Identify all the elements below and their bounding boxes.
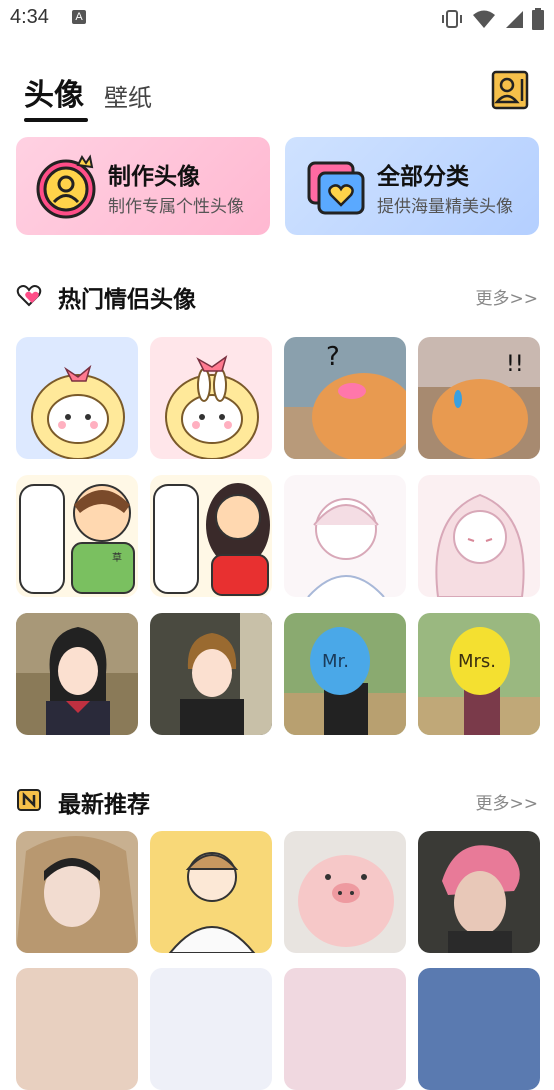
make-avatar-subtitle: 制作专属个性头像 [108,197,244,217]
avatar-thumb-anime-girl[interactable] [16,613,138,735]
svg-text:!!: !! [506,352,524,377]
latest-title: 最新推荐 [58,792,150,818]
avatar-thumb-sheep-right[interactable] [150,337,272,459]
latest-grid [16,831,540,953]
signal-icon [506,11,523,28]
avatar-thumb-partial-4[interactable] [418,968,540,1090]
status-icons [440,8,544,30]
avatar-thumb-girl-hood[interactable] [16,831,138,953]
notification-app-icon: A [72,10,86,24]
categories-icon [307,161,365,215]
avatar-thumb-partial-3[interactable] [284,968,406,1090]
status-time: 4:34 [10,6,49,28]
wifi-icon [473,10,495,28]
battery-icon [532,8,544,30]
avatar-thumb-partial-2[interactable] [150,968,272,1090]
avatar-thumb-pink-hair-boy[interactable] [418,831,540,953]
balloon-mrs-label: Mrs. [458,651,496,672]
make-avatar-title: 制作头像 [108,164,200,190]
tab-active-indicator [24,118,88,122]
hot-couple-grid: ? !! 草 Mr. Mrs. [16,337,540,735]
latest-section-header: 最新推荐 更多>> [0,779,554,819]
couple-hearts-icon [16,285,42,307]
latest-grid-next-row [16,968,540,1090]
avatar-thumb-illustrated-boy[interactable] [150,831,272,953]
hot-couple-section-header: 热门情侣头像 更多>> [0,274,554,314]
new-badge-icon [17,789,41,811]
avatar-thumb-balloon-mr[interactable]: Mr. [284,613,406,735]
avatar-thumb-sheep-left[interactable] [16,337,138,459]
avatar-thumb-cartoon-boy[interactable]: 草 [16,475,138,597]
all-categories-subtitle: 提供海量精美头像 [377,197,513,217]
avatar-thumb-partial-1[interactable] [16,968,138,1090]
vibrate-icon [442,10,462,28]
status-bar: 4:34 A [0,0,554,38]
svg-text:草: 草 [112,552,122,564]
avatar-thumb-sketch-boy[interactable] [284,475,406,597]
avatar-thumb-cartoon-girl[interactable] [150,475,272,597]
avatar-thumb-balloon-mrs[interactable]: Mrs. [418,613,540,735]
avatar-thumb-pink-pig[interactable] [284,831,406,953]
hot-couple-more-link[interactable]: 更多>> [476,284,539,309]
contacts-icon[interactable] [490,70,530,110]
all-categories-card[interactable]: 全部分类 提供海量精美头像 [285,137,539,235]
svg-text:?: ? [326,342,340,372]
avatar-thumb-cat-question[interactable]: ? [284,337,406,459]
avatar-thumb-cat-exclaim[interactable]: !! [418,337,540,459]
make-avatar-icon [36,154,96,219]
balloon-mr-label: Mr. [322,651,349,672]
avatar-thumb-sketch-girl[interactable] [418,475,540,597]
avatar-thumb-anime-boy[interactable] [150,613,272,735]
hot-couple-title: 热门情侣头像 [58,287,196,313]
tab-avatar[interactable]: 头像 [24,70,84,114]
tab-wallpaper[interactable]: 壁纸 [104,78,152,113]
make-avatar-card[interactable]: 制作头像 制作专属个性头像 [16,137,270,235]
top-tabs: 头像 壁纸 [0,60,554,126]
latest-more-link[interactable]: 更多>> [476,789,539,814]
all-categories-title: 全部分类 [377,164,469,190]
